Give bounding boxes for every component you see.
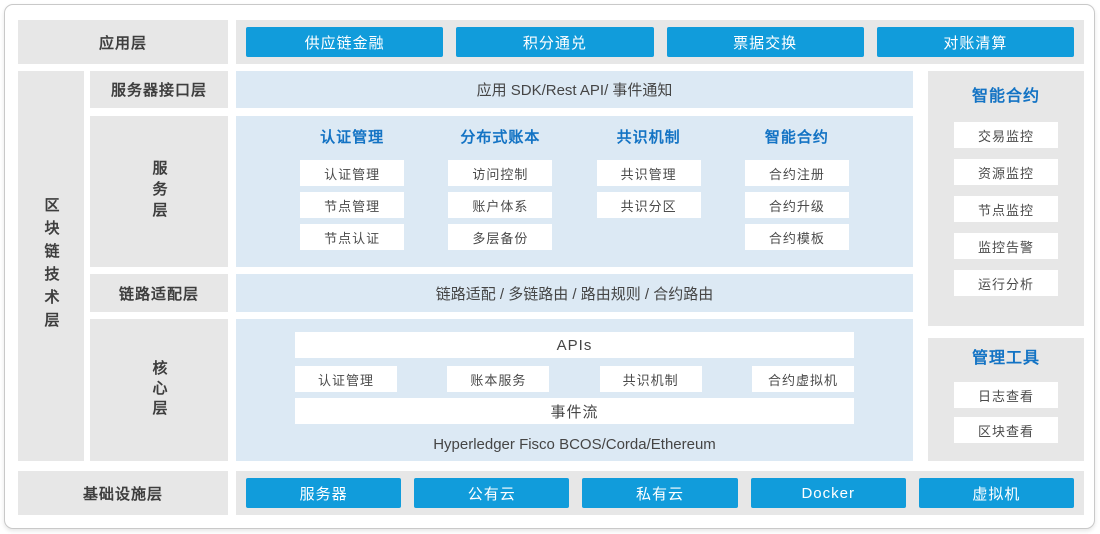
server-interface-layer-label: 服务器接口层 bbox=[90, 71, 228, 108]
service-item: 访问控制 bbox=[448, 160, 552, 186]
panel-item: 交易监控 bbox=[954, 122, 1058, 148]
management-tools-panel-title: 管理工具 bbox=[972, 350, 1040, 368]
panel-item: 运行分析 bbox=[954, 270, 1058, 296]
service-item: 共识分区 bbox=[597, 192, 701, 218]
server-interface-layer-content: 应用 SDK/Rest API/ 事件通知 bbox=[236, 71, 913, 108]
panel-item: 区块查看 bbox=[954, 417, 1058, 443]
service-group-title: 共识机制 bbox=[617, 129, 681, 147]
smart-contract-panel: 智能合约 交易监控 资源监控 节点监控 监控告警 运行分析 bbox=[928, 71, 1084, 326]
service-layer-label: 服务层 bbox=[90, 116, 228, 267]
service-group-smart-contract: 智能合约 合约注册 合约升级 合约模板 bbox=[723, 129, 871, 267]
service-item: 节点管理 bbox=[300, 192, 404, 218]
panel-item: 节点监控 bbox=[954, 196, 1058, 222]
service-group-title: 分布式账本 bbox=[460, 129, 540, 147]
app-layer-label: 应用层 bbox=[18, 20, 228, 64]
link-layer-content: 链路适配 / 多链路由 / 路由规则 / 合约路由 bbox=[236, 274, 913, 312]
apis-bar: APIs bbox=[295, 332, 854, 358]
architecture-diagram: 应用层 供应链金融 积分通兑 票据交换 对账清算 区块链技术层 服务器接口层 应… bbox=[0, 0, 1100, 534]
app-button-reconciliation: 对账清算 bbox=[877, 27, 1074, 57]
infrastructure-layer-label: 基础设施层 bbox=[18, 471, 228, 515]
smart-contract-panel-title: 智能合约 bbox=[972, 88, 1040, 106]
core-module: 共识机制 bbox=[600, 366, 702, 392]
core-module: 认证管理 bbox=[295, 366, 397, 392]
core-module: 合约虚拟机 bbox=[752, 366, 854, 392]
service-item: 账户体系 bbox=[448, 192, 552, 218]
infra-button-vm: 虚拟机 bbox=[919, 478, 1074, 508]
infra-button-server: 服务器 bbox=[246, 478, 401, 508]
event-stream-bar: 事件流 bbox=[295, 398, 854, 424]
panel-item: 监控告警 bbox=[954, 233, 1058, 259]
management-tools-panel: 管理工具 日志查看 区块查看 bbox=[928, 338, 1084, 461]
core-modules-row: 认证管理 账本服务 共识机制 合约虚拟机 bbox=[295, 366, 854, 392]
core-module: 账本服务 bbox=[447, 366, 549, 392]
service-item: 合约注册 bbox=[745, 160, 849, 186]
app-layer-band: 供应链金融 积分通兑 票据交换 对账清算 bbox=[236, 20, 1084, 64]
service-group-ledger: 分布式账本 访问控制 账户体系 多层备份 bbox=[426, 129, 574, 267]
infra-button-docker: Docker bbox=[751, 478, 906, 508]
service-group-consensus: 共识机制 共识管理 共识分区 bbox=[575, 129, 723, 267]
panel-item: 日志查看 bbox=[954, 382, 1058, 408]
infra-button-private-cloud: 私有云 bbox=[582, 478, 737, 508]
service-item: 认证管理 bbox=[300, 160, 404, 186]
app-button-points-exchange: 积分通兑 bbox=[456, 27, 653, 57]
link-layer-label: 链路适配层 bbox=[90, 274, 228, 312]
service-group-title: 智能合约 bbox=[765, 129, 829, 147]
platforms-text: Hyperledger Fisco BCOS/Corda/Ethereum bbox=[295, 436, 854, 453]
app-button-supply-chain-finance: 供应链金融 bbox=[246, 27, 443, 57]
core-layer-box: APIs 认证管理 账本服务 共识机制 合约虚拟机 事件流 Hyperledge… bbox=[236, 319, 913, 461]
service-item: 节点认证 bbox=[300, 224, 404, 250]
core-layer-label: 核心层 bbox=[90, 319, 228, 461]
blockchain-tech-layer-label: 区块链技术层 bbox=[18, 71, 84, 461]
service-layer-box: 认证管理 认证管理 节点管理 节点认证 分布式账本 访问控制 账户体系 多层备份… bbox=[236, 116, 913, 267]
app-button-bill-exchange: 票据交换 bbox=[667, 27, 864, 57]
infra-button-public-cloud: 公有云 bbox=[414, 478, 569, 508]
service-item: 合约升级 bbox=[745, 192, 849, 218]
panel-item: 资源监控 bbox=[954, 159, 1058, 185]
service-item: 多层备份 bbox=[448, 224, 552, 250]
service-group-auth: 认证管理 认证管理 节点管理 节点认证 bbox=[278, 129, 426, 267]
service-group-title: 认证管理 bbox=[320, 129, 384, 147]
service-item: 共识管理 bbox=[597, 160, 701, 186]
infrastructure-band: 服务器 公有云 私有云 Docker 虚拟机 bbox=[236, 471, 1084, 515]
service-item: 合约模板 bbox=[745, 224, 849, 250]
